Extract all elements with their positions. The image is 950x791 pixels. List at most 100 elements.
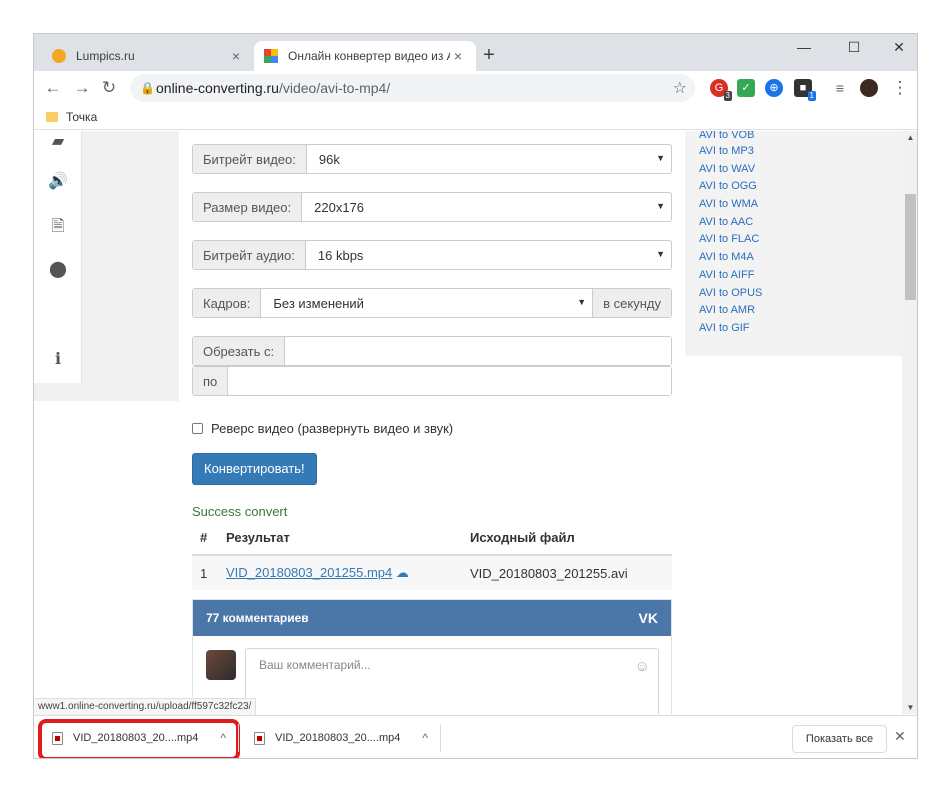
tab-close-icon[interactable]: × [228, 48, 244, 64]
url-host: online-converting.ru [156, 80, 279, 96]
menu-button[interactable]: ⋮ [887, 75, 913, 101]
close-shelf-button[interactable]: ✕ [894, 728, 906, 745]
scrollbar-thumb[interactable] [905, 194, 916, 300]
profile-avatar[interactable] [860, 79, 878, 97]
audio-bitrate-value: 16 kbps [317, 247, 364, 263]
extension-check-icon[interactable]: ✓ [737, 79, 755, 97]
video-size-value: 220x176 [314, 199, 365, 215]
video-file-icon [254, 731, 265, 745]
forward-button[interactable]: → [69, 75, 95, 101]
status-url: www1.online-converting.ru/upload/ff597c3… [34, 698, 257, 716]
format-link[interactable]: AVI to WMA [699, 196, 902, 214]
extension-badge: 1 [807, 91, 816, 101]
reverse-checkbox[interactable] [192, 423, 203, 434]
format-link[interactable]: AVI to GIF [699, 320, 902, 338]
success-message: Success convert [192, 504, 288, 519]
browser-toolbar: ← → ↻ 🔒 online-converting.ru /video/avi-… [34, 71, 917, 105]
convert-button[interactable]: Конвертировать! [192, 453, 317, 485]
new-tab-button[interactable]: + [477, 44, 501, 68]
extension-badge: 3 [723, 91, 732, 101]
reload-button[interactable]: ↻ [96, 75, 122, 101]
trim-from-input[interactable] [285, 337, 671, 365]
tab-close-icon[interactable]: × [450, 48, 466, 64]
trim-to-label: по [193, 367, 229, 395]
minimize-button[interactable]: — [784, 34, 824, 64]
left-panel: ▰ 🔊 🗎 ⬤ i [34, 131, 179, 401]
audio-bitrate-label: Битрейт аудио: [193, 241, 306, 269]
tab-title: Онлайн конвертер видео из AV [288, 49, 450, 63]
location-icon[interactable]: ⬤ [34, 259, 82, 279]
extension-adblock-icon[interactable]: G3 [710, 79, 732, 101]
comment-input[interactable]: Ваш комментарий... ☺ [245, 648, 659, 714]
lumpics-favicon-icon [52, 49, 66, 63]
format-link[interactable]: AVI to WAV [699, 161, 902, 179]
format-link[interactable]: AVI to AAC [699, 214, 902, 232]
format-link[interactable]: AVI to OPUS [699, 285, 902, 303]
frames-select[interactable]: Кадров: Без изменений ▼ в секунду [192, 288, 672, 318]
page-content: ▰ 🔊 🗎 ⬤ i Битрейт видео: 96k ▼ Размер вид… [34, 131, 902, 714]
video-size-select[interactable]: Размер видео: 220x176 ▼ [192, 192, 672, 222]
folder-icon [46, 112, 58, 122]
frames-value: Без изменений [273, 295, 364, 311]
left-icon-column: ▰ 🔊 🗎 ⬤ i [34, 131, 82, 383]
download-filename: VID_20180803_20....mp4 [275, 732, 401, 744]
reverse-option[interactable]: Реверс видео (развернуть видео и звук) [192, 421, 453, 436]
row-number: 1 [192, 554, 218, 590]
page-scrollbar[interactable]: ▲ ▼ [902, 131, 917, 714]
table-header-row: # Результат Исходный файл [192, 521, 672, 556]
download-item[interactable]: VID_20180803_20....mp4 ^ [236, 716, 428, 758]
extension-box-icon[interactable]: ■ 1 [794, 79, 816, 101]
trim-to-field[interactable]: по [192, 366, 672, 396]
lock-icon: 🔒 [140, 81, 155, 95]
format-link[interactable]: AVI to AIFF [699, 267, 902, 285]
video-bitrate-value: 96k [318, 151, 340, 167]
format-link[interactable]: AVI to FLAC [699, 231, 902, 249]
format-link[interactable]: AVI to AMR [699, 302, 902, 320]
back-button[interactable]: ← [40, 75, 66, 101]
chevron-up-icon[interactable]: ^ [422, 731, 428, 745]
archive-icon[interactable]: 🗎 [34, 215, 82, 242]
reverse-label: Реверс видео (развернуть видео и звук) [211, 421, 454, 436]
tab-lumpics[interactable]: Lumpics.ru × [42, 41, 254, 71]
download-shelf: VID_20180803_20....mp4 ^ VID_20180803_20… [34, 715, 917, 758]
video-size-label: Размер видео: [193, 193, 303, 221]
divider [440, 724, 441, 752]
col-number: # [192, 521, 218, 556]
result-file-link[interactable]: VID_20180803_201255.mp4 [226, 565, 392, 580]
comment-placeholder: Ваш комментарий... [259, 658, 371, 672]
format-link[interactable]: AVI to VOB [699, 131, 902, 143]
format-link[interactable]: AVI to MP3 [699, 143, 902, 161]
video-icon[interactable]: ▰ [34, 131, 82, 151]
result-table: # Результат Исходный файл 1 VID_20180803… [192, 521, 672, 590]
trim-from-field[interactable]: Обрезать с: [192, 336, 672, 366]
maximize-button[interactable]: ☐ [834, 34, 874, 64]
extension-vpn-icon[interactable]: ⊕ [765, 79, 783, 97]
format-link[interactable]: AVI to OGG [699, 178, 902, 196]
trim-to-input[interactable] [228, 367, 671, 395]
audio-file-icon[interactable]: 🔊 [34, 171, 82, 191]
highlight-box [38, 719, 240, 758]
chevron-down-icon: ▼ [577, 297, 587, 307]
video-bitrate-select[interactable]: Битрейт видео: 96k ▼ [192, 144, 672, 174]
format-links-sidebar: AVI to VOB AVI to MP3 AVI to WAV AVI to … [685, 131, 902, 356]
result-cell: VID_20180803_201255.mp4 ☁ [218, 554, 462, 590]
trim-from-label: Обрезать с: [193, 337, 286, 365]
window-close-button[interactable]: ✕ [879, 34, 917, 64]
emoji-icon[interactable]: ☺ [635, 658, 650, 675]
scroll-down-icon[interactable]: ▼ [902, 703, 917, 712]
cloud-download-icon[interactable]: ☁ [396, 565, 409, 580]
show-all-button[interactable]: Показать все [792, 725, 887, 753]
address-bar[interactable]: 🔒 online-converting.ru /video/avi-to-mp4… [130, 74, 695, 102]
converter-favicon-icon [264, 49, 278, 63]
media-control-icon[interactable]: ≡ [831, 79, 849, 97]
scroll-up-icon[interactable]: ▲ [902, 133, 917, 142]
bookmark-star-icon[interactable]: ☆ [673, 78, 687, 98]
bookmark-tochka[interactable]: Точка [66, 110, 97, 124]
info-icon[interactable]: i [34, 349, 82, 368]
frames-suffix: в секунду [592, 289, 671, 317]
audio-bitrate-select[interactable]: Битрейт аудио: 16 kbps ▼ [192, 240, 672, 270]
tab-converter[interactable]: Онлайн конвертер видео из AV × [254, 41, 476, 71]
browser-window: Lumpics.ru × Онлайн конвертер видео из A… [33, 33, 918, 759]
source-file: VID_20180803_201255.avi [462, 554, 672, 590]
format-link[interactable]: AVI to M4A [699, 249, 902, 267]
